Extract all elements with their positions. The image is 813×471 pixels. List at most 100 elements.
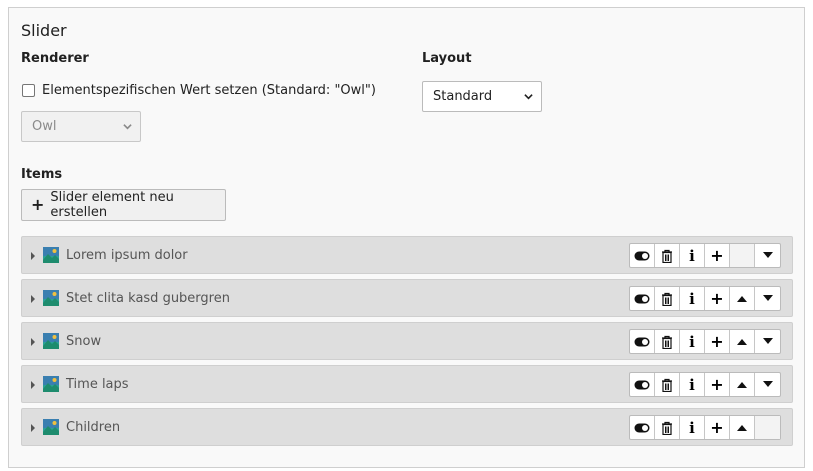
item-title[interactable]: Stet clita kasd gubergren	[66, 291, 230, 306]
move-down-button[interactable]	[755, 373, 780, 396]
arrow-down-icon	[762, 338, 773, 344]
item-actions: i +	[629, 329, 781, 354]
renderer-override-checkbox-row[interactable]: Elementspezifischen Wert setzen (Standar…	[22, 83, 376, 98]
item-title[interactable]: Snow	[66, 334, 101, 349]
arrow-down-icon	[762, 381, 773, 387]
renderer-override-label: Elementspezifischen Wert setzen (Standar…	[42, 83, 376, 98]
toggle-icon	[634, 337, 650, 346]
renderer-label: Renderer	[21, 51, 89, 66]
info-icon: i	[689, 418, 695, 437]
expand-caret-icon[interactable]	[31, 338, 35, 346]
slider-panel: Slider Renderer Layout Elementspezifisch…	[8, 7, 805, 468]
arrow-down-icon	[762, 252, 773, 258]
expand-caret-icon[interactable]	[31, 295, 35, 303]
move-down-button[interactable]	[755, 244, 780, 267]
add-after-button[interactable]: +	[705, 373, 730, 396]
plus-icon: +	[710, 331, 724, 351]
delete-button[interactable]	[655, 416, 680, 439]
section-title: Slider	[21, 21, 67, 40]
item-row[interactable]: Children i +	[21, 408, 793, 446]
add-after-button[interactable]: +	[705, 244, 730, 267]
item-title[interactable]: Lorem ipsum dolor	[66, 248, 188, 263]
renderer-select: Owl	[21, 111, 141, 142]
move-down-button[interactable]	[755, 287, 780, 310]
delete-button[interactable]	[655, 330, 680, 353]
chevron-down-icon	[524, 94, 533, 100]
trash-icon	[662, 378, 672, 392]
item-actions: i +	[629, 372, 781, 397]
image-icon	[43, 376, 59, 392]
chevron-down-icon	[123, 124, 132, 130]
arrow-up-icon	[737, 425, 747, 431]
expand-caret-icon[interactable]	[31, 424, 35, 432]
info-icon: i	[689, 246, 695, 265]
arrow-up-icon	[737, 339, 747, 345]
info-button[interactable]: i	[680, 244, 705, 267]
arrow-up-icon	[737, 382, 747, 388]
image-icon	[43, 333, 59, 349]
delete-button[interactable]	[655, 373, 680, 396]
toggle-icon	[634, 294, 650, 303]
info-icon: i	[689, 332, 695, 351]
renderer-override-checkbox[interactable]	[22, 84, 35, 97]
toggle-visibility-button[interactable]	[630, 287, 655, 310]
trash-icon	[662, 292, 672, 306]
add-after-button[interactable]: +	[705, 330, 730, 353]
image-icon	[43, 290, 59, 306]
info-button[interactable]: i	[680, 287, 705, 310]
layout-select[interactable]: Standard	[422, 81, 542, 112]
plus-icon: +	[710, 288, 724, 308]
add-after-button[interactable]: +	[705, 416, 730, 439]
toggle-icon	[634, 380, 650, 389]
item-actions: i +	[629, 415, 781, 440]
items-label: Items	[21, 167, 63, 182]
trash-icon	[662, 335, 672, 349]
toggle-icon	[634, 251, 650, 260]
toggle-visibility-button[interactable]	[630, 330, 655, 353]
info-button[interactable]: i	[680, 373, 705, 396]
toggle-icon	[634, 423, 650, 432]
move-up-button	[730, 244, 755, 267]
arrow-up-icon	[737, 296, 747, 302]
move-down-button	[755, 416, 780, 439]
expand-caret-icon[interactable]	[31, 381, 35, 389]
info-button[interactable]: i	[680, 416, 705, 439]
item-row[interactable]: Stet clita kasd gubergren i +	[21, 279, 793, 317]
item-row[interactable]: Lorem ipsum dolor i +	[21, 236, 793, 274]
info-button[interactable]: i	[680, 330, 705, 353]
item-actions: i +	[629, 243, 781, 268]
expand-caret-icon[interactable]	[31, 252, 35, 260]
item-title[interactable]: Time laps	[66, 377, 129, 392]
move-up-button[interactable]	[730, 287, 755, 310]
item-row[interactable]: Snow i +	[21, 322, 793, 360]
image-icon	[43, 419, 59, 435]
item-title[interactable]: Children	[66, 420, 120, 435]
delete-button[interactable]	[655, 287, 680, 310]
plus-icon: +	[710, 374, 724, 394]
move-up-button[interactable]	[730, 416, 755, 439]
move-up-button[interactable]	[730, 330, 755, 353]
toggle-visibility-button[interactable]	[630, 416, 655, 439]
renderer-select-value: Owl	[32, 119, 57, 134]
image-icon	[43, 247, 59, 263]
plus-icon: +	[710, 245, 724, 265]
trash-icon	[662, 421, 672, 435]
toggle-visibility-button[interactable]	[630, 373, 655, 396]
delete-button[interactable]	[655, 244, 680, 267]
plus-icon: +	[710, 417, 724, 437]
info-icon: i	[689, 289, 695, 308]
move-down-button[interactable]	[755, 330, 780, 353]
layout-select-value: Standard	[433, 89, 493, 104]
trash-icon	[662, 249, 672, 263]
layout-label: Layout	[422, 51, 472, 66]
new-slider-element-label: Slider element neu erstellen	[50, 190, 174, 220]
info-icon: i	[689, 375, 695, 394]
plus-icon: +	[31, 195, 45, 214]
new-slider-element-button[interactable]: + Slider element neu erstellen	[21, 189, 226, 221]
add-after-button[interactable]: +	[705, 287, 730, 310]
arrow-down-icon	[762, 295, 773, 301]
move-up-button[interactable]	[730, 373, 755, 396]
item-actions: i +	[629, 286, 781, 311]
toggle-visibility-button[interactable]	[630, 244, 655, 267]
item-row[interactable]: Time laps i +	[21, 365, 793, 403]
